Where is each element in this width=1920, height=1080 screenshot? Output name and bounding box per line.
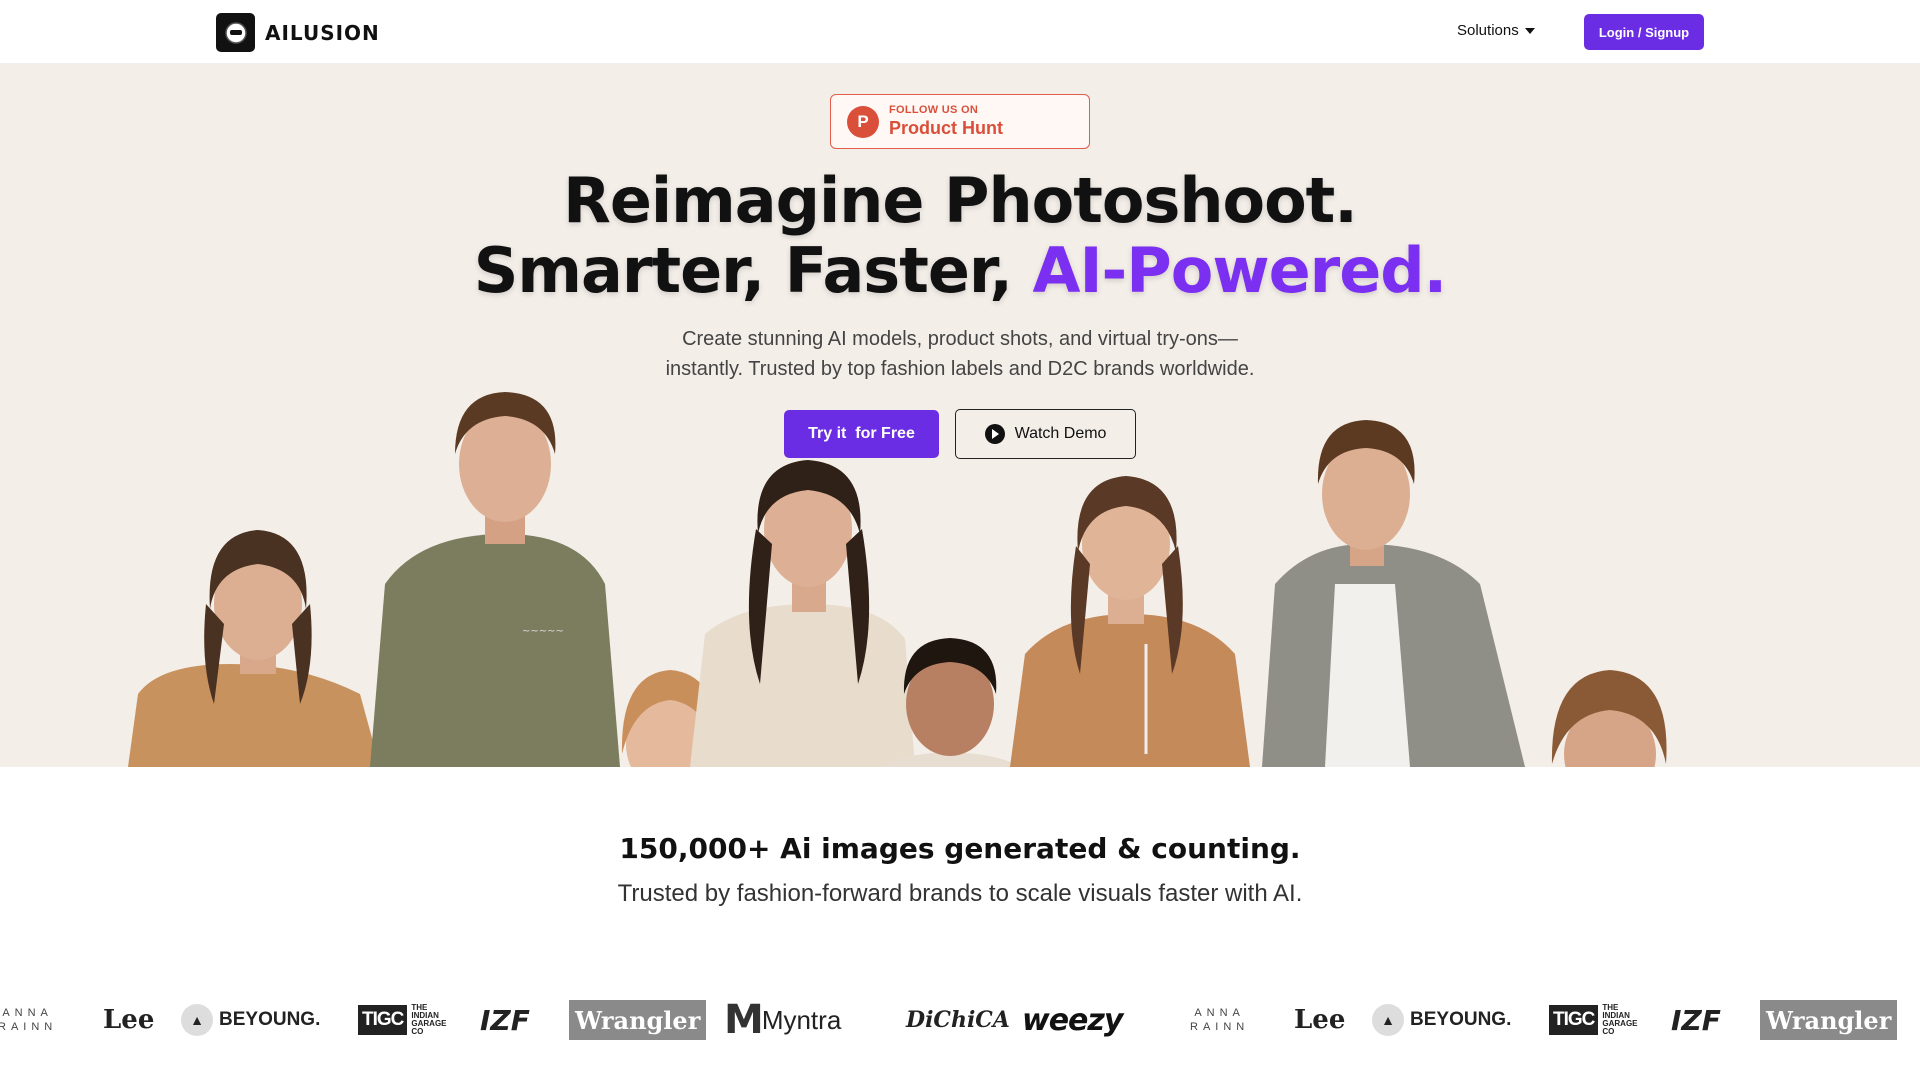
- model-figure: [128, 530, 380, 767]
- brand-logo[interactable]: AILUSION: [216, 13, 380, 52]
- tigc-text: TIGC: [358, 1005, 408, 1035]
- brand-tigc-logo: TIGC THE INDIAN GARAGE CO: [1549, 996, 1638, 1044]
- hero-headline: Reimagine Photoshoot. Smarter, Faster, A…: [0, 166, 1920, 306]
- beyoung-mark-icon: ▲: [181, 1004, 213, 1036]
- brand-lee-logo: Lee: [1294, 1005, 1346, 1035]
- beyoung-text: BEYOUNG.: [219, 1009, 321, 1030]
- try-for-free-button[interactable]: Try it for Free: [784, 410, 939, 458]
- product-hunt-badge[interactable]: P FOLLOW US ON Product Hunt: [830, 94, 1090, 149]
- solutions-menu[interactable]: Solutions: [1457, 22, 1535, 39]
- tigc-side-text: THE INDIAN GARAGE CO: [411, 1003, 447, 1036]
- brand-wrangler-logo: Wrangler: [569, 1000, 707, 1040]
- stats-title: 150,000+ Ai images generated & counting.: [619, 832, 1301, 865]
- badge-small-label: FOLLOW US ON: [889, 104, 979, 116]
- anna-top-text: ANNA: [1194, 1007, 1245, 1019]
- brand-izf-logo: IZF: [480, 1003, 530, 1037]
- product-hunt-icon: P: [847, 105, 879, 138]
- product-hunt-text: FOLLOW US ON Product Hunt: [889, 104, 1003, 139]
- brand-tigc-logo: TIGC THE INDIAN GARAGE CO: [358, 996, 447, 1044]
- brand-wrangler-logo: Wrangler: [1760, 1000, 1898, 1040]
- headline-line2-plain: Smarter, Faster,: [473, 234, 1033, 307]
- badge-big-label: Product Hunt: [889, 118, 1003, 138]
- solutions-label: Solutions: [1457, 22, 1519, 39]
- tigc-side-text: THE INDIAN GARAGE CO: [1602, 1003, 1638, 1036]
- top-navbar: AILUSION Solutions Login / Signup: [0, 0, 1920, 64]
- hero-section: ~~~~~ P FOLLOW US ON Product Hunt Reimag…: [0, 64, 1920, 767]
- beyoung-text: BEYOUNG.: [1410, 1009, 1512, 1030]
- anna-bottom-text: RAINN: [1190, 1021, 1250, 1033]
- myntra-text: Myntra: [761, 1004, 842, 1035]
- subtext-line2: instantly. Trusted by top fashion labels…: [665, 358, 1255, 380]
- logo-mark-icon: [216, 13, 255, 52]
- brand-anna-rainn-logo: ANNA RAINN: [1190, 996, 1249, 1044]
- brand-anna-rainn-logo: ANNA RAINN: [0, 996, 57, 1044]
- headline-line2: Smarter, Faster, AI-Powered.: [0, 236, 1920, 306]
- login-signup-button[interactable]: Login / Signup: [1584, 14, 1704, 50]
- model-figure: [690, 460, 915, 767]
- hero-subtext: Create stunning AI models, product shots…: [0, 324, 1920, 384]
- tigc-text: TIGC: [1549, 1005, 1599, 1035]
- caret-down-icon: [1524, 27, 1535, 34]
- watch-demo-label: Watch Demo: [1014, 425, 1107, 442]
- brand-izf-logo: IZF: [1671, 1003, 1721, 1037]
- brand-beyoung-logo: ▲ BEYOUNG.: [1372, 996, 1511, 1044]
- brand-logo-strip: ANNA RAINN Lee ▲ BEYOUNG. TIGC THE INDIA…: [0, 996, 1920, 1044]
- subtext-line1: Create stunning AI models, product shots…: [682, 328, 1238, 350]
- model-figure: [1262, 420, 1525, 767]
- headline-line2-accent: AI-Powered.: [1032, 234, 1448, 307]
- brand-name: AILUSION: [265, 20, 380, 45]
- brand-dichica-logo: DiChiCA: [906, 1007, 1010, 1033]
- svg-text:~~~~~: ~~~~~: [522, 626, 564, 637]
- beyoung-mark-icon: ▲: [1372, 1004, 1404, 1036]
- model-figure: [1551, 670, 1667, 767]
- model-figure: ~~~~~: [370, 392, 620, 767]
- brand-beyoung-logo: ▲ BEYOUNG.: [181, 996, 320, 1044]
- headline-line1: Reimagine Photoshoot.: [563, 164, 1358, 237]
- brand-myntra-logo: M Myntra: [724, 996, 841, 1044]
- brand-lee-logo: Lee: [103, 1005, 155, 1035]
- watch-demo-button[interactable]: Watch Demo: [955, 409, 1136, 459]
- myntra-m-icon: M: [724, 997, 764, 1043]
- model-figure: [1010, 476, 1250, 767]
- anna-bottom-text: RAINN: [0, 1021, 58, 1033]
- stats-subtitle: Trusted by fashion-forward brands to sca…: [617, 880, 1303, 907]
- play-icon: [984, 424, 1005, 444]
- brand-weezy-logo: weezy: [1022, 1002, 1123, 1038]
- anna-top-text: ANNA: [2, 1007, 53, 1019]
